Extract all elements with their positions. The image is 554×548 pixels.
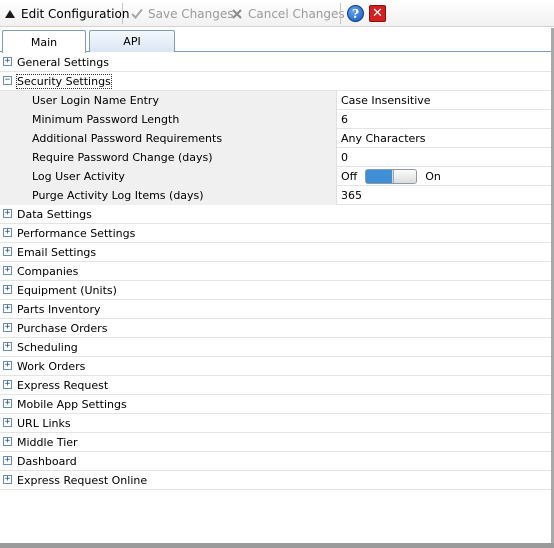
row-gutter xyxy=(0,129,17,148)
category-label: Express Request Online xyxy=(17,474,148,487)
row-gutter xyxy=(0,186,17,205)
category-label: Companies xyxy=(17,265,79,278)
category-companies[interactable]: + Companies xyxy=(0,262,554,281)
category-middle-tier[interactable]: + Middle Tier xyxy=(0,433,554,452)
property-row[interactable]: Require Password Change (days) 0 xyxy=(0,148,554,167)
tab-api-label: API xyxy=(123,35,141,48)
property-name: Purge Activity Log Items (days) xyxy=(17,186,337,205)
row-gutter xyxy=(0,91,17,110)
category-label: URL Links xyxy=(17,417,71,430)
category-label: Parts Inventory xyxy=(17,303,101,316)
toggle-on-label: On xyxy=(425,170,441,183)
toolbar-separator xyxy=(122,3,123,24)
help-icon[interactable]: ? xyxy=(347,5,364,22)
category-label: Express Request xyxy=(17,379,109,392)
expand-icon[interactable]: + xyxy=(3,228,12,237)
expand-icon[interactable]: + xyxy=(3,437,12,446)
category-performance-settings[interactable]: + Performance Settings xyxy=(0,224,554,243)
toolbar: Edit Configuration Save Changes Cancel C… xyxy=(0,0,554,27)
category-label: Email Settings xyxy=(17,246,97,259)
tab-main-label: Main xyxy=(30,35,58,49)
category-label: Scheduling xyxy=(17,341,78,354)
category-email-settings[interactable]: + Email Settings xyxy=(0,243,554,262)
expand-icon[interactable]: + xyxy=(3,399,12,408)
log-user-activity-toggle[interactable] xyxy=(365,169,418,184)
property-value[interactable]: Case Insensitive xyxy=(341,91,431,110)
category-work-orders[interactable]: + Work Orders xyxy=(0,357,554,376)
property-row[interactable]: Log User Activity Off On xyxy=(0,167,554,186)
expand-icon[interactable]: + xyxy=(3,475,12,484)
property-name: Require Password Change (days) xyxy=(17,148,337,167)
category-label: Dashboard xyxy=(17,455,77,468)
category-express-request-online[interactable]: + Express Request Online xyxy=(0,471,554,490)
property-value[interactable]: 0 xyxy=(341,148,348,167)
category-dashboard[interactable]: + Dashboard xyxy=(0,452,554,471)
row-gutter xyxy=(0,148,17,167)
expand-icon[interactable]: + xyxy=(3,57,12,66)
row-gutter xyxy=(0,110,17,129)
expand-icon[interactable]: + xyxy=(3,247,12,256)
category-scheduling[interactable]: + Scheduling xyxy=(0,338,554,357)
tab-bar: Main API xyxy=(0,28,554,53)
property-row[interactable]: Purge Activity Log Items (days) 365 xyxy=(0,186,554,205)
expand-icon[interactable]: + xyxy=(3,285,12,294)
window-border-bottom xyxy=(0,543,554,548)
category-data-settings[interactable]: + Data Settings xyxy=(0,205,554,224)
category-general-settings[interactable]: + General Settings xyxy=(0,53,554,72)
category-url-links[interactable]: + URL Links xyxy=(0,414,554,433)
expand-icon[interactable]: + xyxy=(3,342,12,351)
property-value[interactable]: 365 xyxy=(341,186,362,205)
expand-icon[interactable]: + xyxy=(3,266,12,275)
category-label: Middle Tier xyxy=(17,436,78,449)
expand-icon[interactable]: + xyxy=(3,209,12,218)
expand-icon[interactable]: + xyxy=(3,323,12,332)
category-parts-inventory[interactable]: + Parts Inventory xyxy=(0,300,554,319)
expand-icon[interactable]: + xyxy=(3,456,12,465)
expand-icon[interactable]: + xyxy=(3,304,12,313)
property-row[interactable]: Minimum Password Length 6 xyxy=(0,110,554,129)
save-changes-label: Save Changes xyxy=(148,6,234,21)
toggle-off-label: Off xyxy=(341,170,358,183)
category-purchase-orders[interactable]: + Purchase Orders xyxy=(0,319,554,338)
edit-configuration-button[interactable]: Edit Configuration xyxy=(3,0,129,27)
property-value[interactable]: 6 xyxy=(341,110,348,129)
toolbar-separator xyxy=(340,3,341,24)
category-security-settings[interactable]: − Security Settings xyxy=(0,72,554,91)
triangle-up-icon xyxy=(3,7,17,21)
toggle-knob[interactable] xyxy=(393,170,417,183)
property-value[interactable]: Any Characters xyxy=(341,129,426,148)
property-name: Additional Password Requirements xyxy=(17,129,337,148)
property-row[interactable]: Additional Password Requirements Any Cha… xyxy=(0,129,554,148)
save-changes-button[interactable]: Save Changes xyxy=(130,0,233,27)
property-name: User Login Name Entry xyxy=(17,91,337,110)
category-label: Performance Settings xyxy=(17,227,136,240)
row-gutter xyxy=(0,167,17,186)
edit-configuration-label: Edit Configuration xyxy=(21,6,130,21)
property-row[interactable]: User Login Name Entry Case Insensitive xyxy=(0,91,554,110)
cancel-changes-label: Cancel Changes xyxy=(248,6,345,21)
expand-icon[interactable]: + xyxy=(3,380,12,389)
category-express-request[interactable]: + Express Request xyxy=(0,376,554,395)
category-mobile-app-settings[interactable]: + Mobile App Settings xyxy=(0,395,554,414)
property-name: Minimum Password Length xyxy=(17,110,337,129)
property-name: Log User Activity xyxy=(17,167,337,186)
category-label: Data Settings xyxy=(17,208,92,221)
category-label: Mobile App Settings xyxy=(17,398,127,411)
checkmark-icon xyxy=(130,7,144,21)
category-label: Work Orders xyxy=(17,360,86,373)
cancel-changes-button[interactable]: Cancel Changes xyxy=(230,0,345,27)
tab-main[interactable]: Main xyxy=(2,30,86,53)
expand-icon[interactable]: + xyxy=(3,361,12,370)
tab-api[interactable]: API xyxy=(89,30,175,52)
log-activity-toggle-group: Off On xyxy=(341,167,441,186)
close-icon[interactable]: ✕ xyxy=(369,5,386,22)
x-icon xyxy=(230,7,244,21)
category-label: General Settings xyxy=(17,56,109,69)
expand-icon[interactable]: + xyxy=(3,418,12,427)
category-equipment-units[interactable]: + Equipment (Units) xyxy=(0,281,554,300)
collapse-icon[interactable]: − xyxy=(3,76,12,85)
category-label: Purchase Orders xyxy=(17,322,108,335)
category-label: Security Settings xyxy=(16,74,112,89)
category-label: Equipment (Units) xyxy=(17,284,117,297)
